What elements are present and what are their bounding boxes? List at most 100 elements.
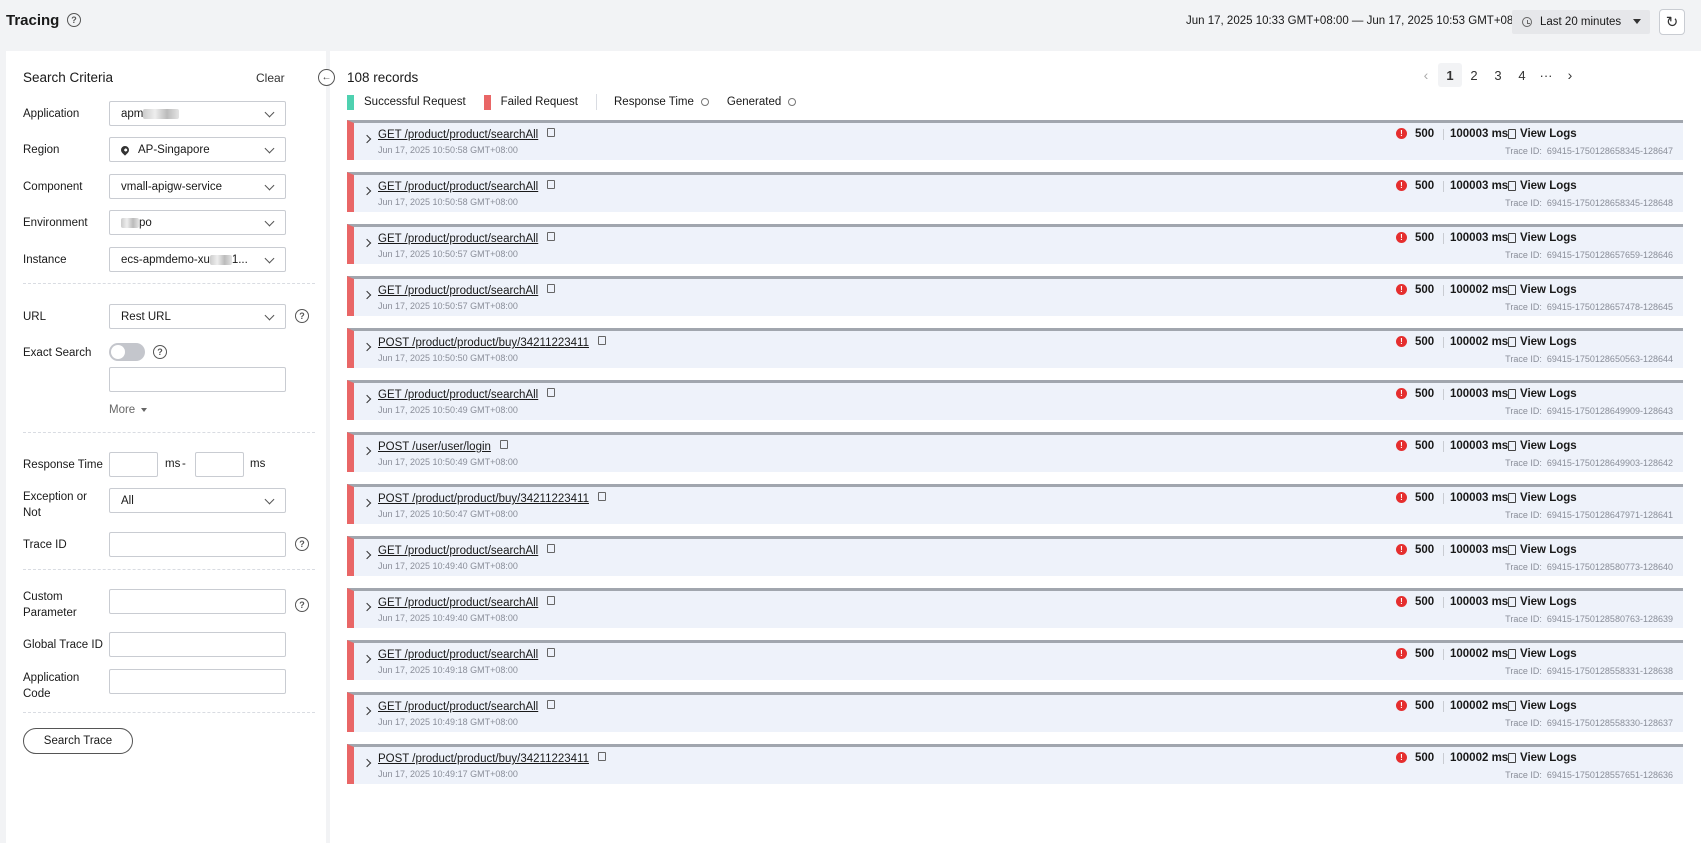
- url-help-icon[interactable]: ?: [295, 309, 309, 323]
- help-icon[interactable]: ?: [67, 13, 81, 27]
- more-toggle[interactable]: More: [109, 404, 148, 416]
- expand-chevron-icon[interactable]: [362, 134, 372, 144]
- trace-id-help-icon[interactable]: ?: [295, 537, 309, 551]
- page-1-button[interactable]: 1: [1438, 63, 1462, 87]
- expand-chevron-icon[interactable]: [362, 446, 372, 456]
- trace-url-link[interactable]: GET /product/product/searchAll: [378, 388, 556, 401]
- copy-icon[interactable]: [547, 700, 556, 709]
- search-trace-button[interactable]: Search Trace: [23, 728, 133, 754]
- trace-url-link[interactable]: GET /product/product/searchAll: [378, 284, 556, 297]
- time-period-select[interactable]: Last 20 minutes: [1512, 10, 1650, 34]
- trace-row[interactable]: GET /product/product/searchAll Jun 17, 2…: [347, 172, 1683, 212]
- copy-icon[interactable]: [597, 492, 606, 501]
- trace-row[interactable]: GET /product/product/searchAll Jun 17, 2…: [347, 640, 1683, 680]
- trace-url-link[interactable]: GET /product/product/searchAll: [378, 232, 556, 245]
- trace-url-link[interactable]: POST /product/product/buy/34211223411: [378, 752, 606, 765]
- expand-chevron-icon[interactable]: [362, 498, 372, 508]
- copy-icon[interactable]: [547, 388, 556, 397]
- trace-row[interactable]: GET /product/product/searchAll Jun 17, 2…: [347, 224, 1683, 264]
- expand-chevron-icon[interactable]: [362, 186, 372, 196]
- copy-icon[interactable]: [547, 596, 556, 605]
- expand-chevron-icon[interactable]: [362, 654, 372, 664]
- clear-button[interactable]: Clear: [256, 71, 285, 85]
- view-logs-link[interactable]: View Logs: [1520, 492, 1577, 504]
- trace-url-link[interactable]: POST /user/user/login: [378, 440, 508, 453]
- view-logs-link[interactable]: View Logs: [1520, 544, 1577, 556]
- trace-url-link[interactable]: GET /product/product/searchAll: [378, 180, 556, 193]
- expand-chevron-icon[interactable]: [362, 394, 372, 404]
- page-3-button[interactable]: 3: [1486, 63, 1510, 87]
- trace-url-link[interactable]: GET /product/product/searchAll: [378, 700, 556, 713]
- trace-row[interactable]: GET /product/product/searchAll Jun 17, 2…: [347, 692, 1683, 732]
- page-2-button[interactable]: 2: [1462, 63, 1486, 87]
- application-select[interactable]: apm: [109, 101, 286, 126]
- trace-row[interactable]: GET /product/product/searchAll Jun 17, 2…: [347, 536, 1683, 576]
- trace-url-link[interactable]: GET /product/product/searchAll: [378, 128, 556, 141]
- exception-select[interactable]: All: [109, 488, 286, 513]
- custom-parameter-help-icon[interactable]: ?: [295, 598, 309, 612]
- copy-icon[interactable]: [499, 440, 508, 449]
- trace-url-link[interactable]: GET /product/product/searchAll: [378, 544, 556, 557]
- view-logs-link[interactable]: View Logs: [1520, 440, 1577, 452]
- exact-search-help-icon[interactable]: ?: [153, 345, 167, 359]
- view-logs-link[interactable]: View Logs: [1520, 232, 1577, 244]
- next-page-button[interactable]: ›: [1558, 63, 1582, 87]
- trace-row[interactable]: GET /product/product/searchAll Jun 17, 2…: [347, 588, 1683, 628]
- exact-search-toggle[interactable]: [109, 343, 145, 361]
- trace-id-input[interactable]: [109, 532, 286, 557]
- expand-chevron-icon[interactable]: [362, 342, 372, 352]
- trace-url-link[interactable]: POST /product/product/buy/34211223411: [378, 492, 606, 505]
- trace-row[interactable]: GET /product/product/searchAll Jun 17, 2…: [347, 276, 1683, 316]
- view-logs-link[interactable]: View Logs: [1520, 128, 1577, 140]
- expand-chevron-icon[interactable]: [362, 602, 372, 612]
- copy-icon[interactable]: [547, 284, 556, 293]
- view-logs-link[interactable]: View Logs: [1520, 752, 1577, 764]
- view-logs-link[interactable]: View Logs: [1520, 596, 1577, 608]
- collapse-panel-button[interactable]: ←: [318, 69, 335, 86]
- expand-chevron-icon[interactable]: [362, 758, 372, 768]
- copy-icon[interactable]: [547, 128, 556, 137]
- view-logs-link[interactable]: View Logs: [1520, 180, 1577, 192]
- expand-chevron-icon[interactable]: [362, 550, 372, 560]
- view-logs-link[interactable]: View Logs: [1520, 700, 1577, 712]
- trace-row[interactable]: POST /user/user/login Jun 17, 2025 10:50…: [347, 432, 1683, 472]
- instance-select[interactable]: ecs-apmdemo-xu 1...: [109, 247, 286, 272]
- global-trace-id-input[interactable]: [109, 632, 286, 657]
- copy-icon[interactable]: [597, 752, 606, 761]
- view-logs-link[interactable]: View Logs: [1520, 284, 1577, 296]
- expand-chevron-icon[interactable]: [362, 706, 372, 716]
- more-pages-button[interactable]: ···: [1534, 63, 1558, 87]
- custom-parameter-input[interactable]: [109, 589, 286, 614]
- trace-url-link[interactable]: GET /product/product/searchAll: [378, 596, 556, 609]
- refresh-button[interactable]: ↻: [1659, 9, 1685, 35]
- trace-row[interactable]: GET /product/product/searchAll Jun 17, 2…: [347, 120, 1683, 160]
- trace-row[interactable]: POST /product/product/buy/34211223411 Ju…: [347, 328, 1683, 368]
- expand-chevron-icon[interactable]: [362, 290, 372, 300]
- sort-generated[interactable]: Generated: [727, 96, 797, 108]
- component-select[interactable]: vmall-apigw-service: [109, 174, 286, 199]
- response-time-min-input[interactable]: [109, 452, 158, 477]
- page-4-button[interactable]: 4: [1510, 63, 1534, 87]
- copy-icon[interactable]: [547, 232, 556, 241]
- view-logs-link[interactable]: View Logs: [1520, 648, 1577, 660]
- application-code-input[interactable]: [109, 669, 286, 694]
- trace-row[interactable]: POST /product/product/buy/34211223411 Ju…: [347, 744, 1683, 784]
- url-input[interactable]: [109, 367, 286, 392]
- copy-icon[interactable]: [547, 180, 556, 189]
- copy-icon[interactable]: [547, 648, 556, 657]
- copy-icon[interactable]: [547, 544, 556, 553]
- view-logs-link[interactable]: View Logs: [1520, 336, 1577, 348]
- trace-url-link[interactable]: POST /product/product/buy/34211223411: [378, 336, 606, 349]
- trace-url-link[interactable]: GET /product/product/searchAll: [378, 648, 556, 661]
- trace-row[interactable]: POST /product/product/buy/34211223411 Ju…: [347, 484, 1683, 524]
- trace-row[interactable]: GET /product/product/searchAll Jun 17, 2…: [347, 380, 1683, 420]
- view-logs-link[interactable]: View Logs: [1520, 388, 1577, 400]
- environment-select[interactable]: po: [109, 210, 286, 235]
- url-type-select[interactable]: Rest URL: [109, 304, 286, 329]
- copy-icon[interactable]: [597, 336, 606, 345]
- response-time-max-input[interactable]: [195, 452, 244, 477]
- expand-chevron-icon[interactable]: [362, 238, 372, 248]
- sort-response-time[interactable]: Response Time: [614, 96, 709, 108]
- region-select[interactable]: AP-Singapore: [109, 137, 286, 162]
- prev-page-button[interactable]: ‹: [1414, 63, 1438, 87]
